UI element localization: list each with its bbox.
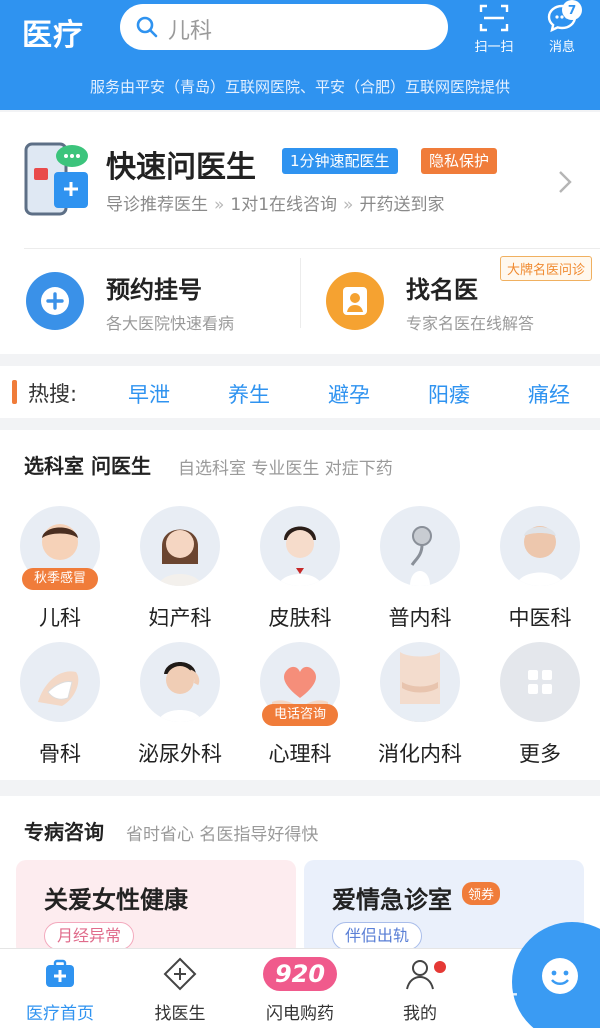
dept-label: 心理科 bbox=[268, 742, 332, 766]
message-count-badge: 7 bbox=[562, 0, 582, 20]
disease-title: 专病咨询 bbox=[24, 820, 104, 844]
person-icon bbox=[406, 960, 434, 990]
department-subtitle: 自选科室 专业医生 对症下药 bbox=[178, 459, 393, 479]
dept-label: 消化内科 bbox=[378, 742, 462, 766]
dept-psychology[interactable]: 电话咨询 心理科 bbox=[240, 642, 360, 772]
dept-label: 中医科 bbox=[508, 606, 572, 630]
step-1: 导诊推荐医生 bbox=[106, 195, 208, 215]
love-clinic-title: 爱情急诊室 bbox=[332, 886, 452, 914]
dept-label: 普内科 bbox=[388, 606, 452, 630]
find-doctor-title: 找名医 bbox=[406, 276, 478, 304]
promo-920-icon: 920 bbox=[263, 957, 337, 991]
man-avatar bbox=[140, 642, 220, 722]
dept-label: 更多 bbox=[519, 742, 561, 766]
department-section: 选科室 问医生 自选科室 专业医生 对症下药 秋季感冒 儿科 妇产科 皮肤科 普… bbox=[0, 430, 600, 780]
phone-consult-badge: 电话咨询 bbox=[262, 704, 338, 726]
notification-dot bbox=[434, 961, 446, 973]
booking-subtitle: 各大医院快速看病 bbox=[106, 314, 235, 333]
hot-search-bar: 热搜: 早泄 养生 避孕 阳痿 痛经 bbox=[0, 366, 600, 418]
dept-urology[interactable]: 泌尿外科 bbox=[120, 642, 240, 772]
hot-search-label: 热搜: bbox=[28, 382, 78, 406]
stethoscope-avatar bbox=[380, 506, 460, 586]
quick-consult-card: 快速问医生 1分钟速配医生 隐私保护 导诊推荐医生» 1对1在线咨询» 开药送到家 … bbox=[0, 112, 600, 354]
women-health-title: 关爱女性健康 bbox=[44, 886, 188, 914]
disease-section: 专病咨询 省时省心 名医指导好得快 关爱女性健康 月经异常 爱情急诊室 领券 伴… bbox=[0, 796, 600, 956]
department-title: 选科室 问医生 bbox=[24, 454, 151, 478]
booking-button[interactable]: 预约挂号 各大医院快速看病 bbox=[26, 258, 316, 338]
chevron-right-icon bbox=[559, 171, 572, 193]
partner-chip[interactable]: 伴侣出轨 bbox=[332, 922, 423, 950]
quick-consult-row[interactable]: 快速问医生 1分钟速配医生 隐私保护 导诊推荐医生» 1对1在线咨询» 开药送到家 bbox=[0, 112, 600, 244]
dept-gastroenterology[interactable]: 消化内科 bbox=[360, 642, 480, 772]
match-tag: 1分钟速配医生 bbox=[282, 148, 398, 174]
brand-doctor-tag: 大牌名医问诊 bbox=[499, 256, 592, 281]
service-notice: 服务由平安（青岛）互联网医院、平安（合肥）互联网医院提供 bbox=[89, 78, 510, 96]
disease-subtitle: 省时省心 名医指导好得快 bbox=[126, 825, 319, 845]
dept-orthopedics[interactable]: 骨科 bbox=[0, 642, 120, 772]
coupon-badge[interactable]: 领券 bbox=[462, 882, 501, 905]
dept-label: 妇产科 bbox=[148, 606, 212, 630]
hot-keyword[interactable]: 避孕 bbox=[328, 379, 370, 409]
dept-more[interactable]: 更多 bbox=[480, 642, 600, 772]
search-icon bbox=[136, 16, 158, 38]
scan-button[interactable]: 扫一扫 bbox=[466, 2, 522, 58]
bandaged-foot-avatar bbox=[20, 642, 100, 722]
tab-medical-home[interactable]: 医疗首页 bbox=[0, 957, 120, 1027]
abdomen-avatar bbox=[380, 642, 460, 722]
tab-find-doctor[interactable]: 找医生 bbox=[120, 957, 240, 1027]
smiley-icon bbox=[542, 958, 578, 994]
grid-icon bbox=[500, 642, 580, 722]
tab-quick-pharmacy[interactable]: 920 闪电购药 bbox=[240, 957, 360, 1027]
step-separator: » bbox=[343, 195, 354, 215]
dept-chinese-medicine[interactable]: 中医科 bbox=[480, 506, 600, 636]
hot-keyword[interactable]: 养生 bbox=[228, 379, 270, 409]
divider bbox=[24, 248, 600, 249]
hot-keyword[interactable]: 阳痿 bbox=[428, 379, 470, 409]
step-separator: » bbox=[214, 195, 225, 215]
messages-button[interactable]: 7 消息 bbox=[534, 0, 590, 58]
search-placeholder: 儿科 bbox=[168, 19, 213, 44]
woman-avatar bbox=[140, 506, 220, 586]
header-bar: 医疗 儿科 扫一扫 7 消息 服务由平安（青岛）互联网医院、平安（合肥）互联网医… bbox=[0, 0, 600, 110]
hot-keyword[interactable]: 痛经 bbox=[528, 379, 570, 409]
season-cold-badge: 秋季感冒 bbox=[22, 568, 98, 590]
elder-avatar bbox=[500, 506, 580, 586]
messages-label: 消息 bbox=[548, 40, 575, 55]
doctor-icon bbox=[326, 272, 384, 330]
dept-label: 骨科 bbox=[39, 742, 81, 766]
scan-icon bbox=[479, 4, 509, 32]
hot-keyword[interactable]: 早泄 bbox=[128, 379, 170, 409]
app-page: 医疗 儿科 扫一扫 7 消息 服务由平安（青岛）互联网医院、平安（合肥）互联网医… bbox=[0, 0, 600, 1028]
step-2: 1对1在线咨询 bbox=[230, 195, 338, 215]
dept-internal-medicine[interactable]: 普内科 bbox=[360, 506, 480, 636]
watermark: 格隆汇 bbox=[452, 992, 519, 1017]
plus-circle-icon bbox=[26, 272, 84, 330]
women-health-card[interactable]: 关爱女性健康 月经异常 bbox=[16, 860, 296, 956]
dept-dermatology[interactable]: 皮肤科 bbox=[240, 506, 360, 636]
app-logo: 医疗 bbox=[22, 18, 84, 53]
search-box[interactable]: 儿科 bbox=[120, 4, 448, 50]
quick-consult-title: 快速问医生 bbox=[106, 150, 256, 185]
privacy-tag: 隐私保护 bbox=[421, 148, 498, 174]
dept-label: 儿科 bbox=[39, 606, 81, 630]
find-doctor-subtitle: 专家名医在线解答 bbox=[406, 314, 535, 333]
girl-avatar bbox=[260, 506, 340, 586]
quick-consult-steps: 导诊推荐医生» 1对1在线咨询» 开药送到家 bbox=[106, 190, 444, 215]
dept-label: 皮肤科 bbox=[268, 606, 332, 630]
tab-label: 医疗首页 bbox=[26, 1004, 94, 1024]
medical-kit-icon bbox=[46, 959, 74, 987]
accent-bar bbox=[12, 380, 17, 404]
phone-doctor-icon bbox=[24, 142, 88, 216]
dept-pediatrics[interactable]: 秋季感冒 儿科 bbox=[0, 506, 120, 636]
menstrual-chip[interactable]: 月经异常 bbox=[44, 922, 135, 950]
tab-label: 找医生 bbox=[154, 1004, 206, 1024]
diamond-plus-icon bbox=[163, 957, 197, 991]
scan-label: 扫一扫 bbox=[474, 40, 514, 55]
dept-obgyn[interactable]: 妇产科 bbox=[120, 506, 240, 636]
booking-title: 预约挂号 bbox=[106, 276, 202, 304]
step-3: 开药送到家 bbox=[359, 195, 445, 215]
tab-label: 闪电购药 bbox=[266, 1004, 334, 1024]
dept-label: 泌尿外科 bbox=[138, 742, 222, 766]
